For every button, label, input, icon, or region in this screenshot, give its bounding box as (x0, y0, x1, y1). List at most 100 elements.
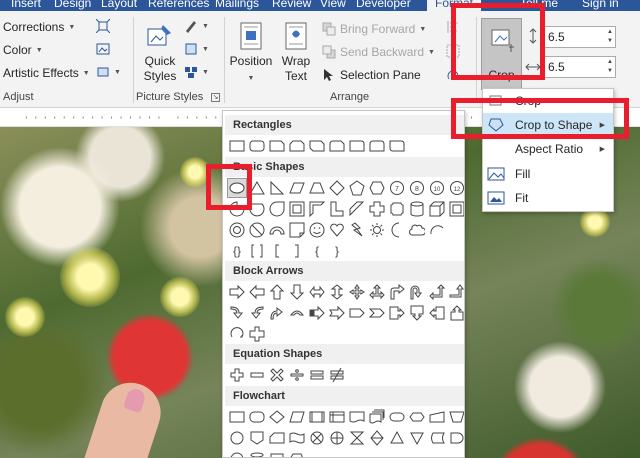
shape-flowchart-terminator[interactable] (387, 407, 407, 427)
shape-quad-arrow[interactable] (347, 282, 367, 302)
shape-striped-right-arrow[interactable] (307, 303, 327, 323)
shape-bent-arrow[interactable] (387, 282, 407, 302)
shape-flowchart-display[interactable] (287, 449, 307, 457)
shape-round-corner[interactable] (347, 136, 367, 156)
tab-insert[interactable]: Insert (11, 0, 41, 10)
shape-parallelogram[interactable] (287, 178, 307, 198)
shape-flowchart-sequential-access[interactable] (227, 449, 247, 457)
quick-styles-button[interactable]: Quick Styles (138, 21, 182, 84)
shape-up-down-arrow[interactable] (327, 282, 347, 302)
menu-item-aspect-ratio[interactable]: Aspect Ratio ▶ (483, 137, 613, 161)
shape-smiley-face[interactable] (307, 220, 327, 240)
shape-up-arrow-callout[interactable] (447, 303, 464, 323)
shape-round-same-side[interactable] (367, 136, 387, 156)
shape-double-brace[interactable]: {} (227, 241, 247, 261)
shape-flowchart-direct-access[interactable] (267, 449, 287, 457)
shape-snip-corner[interactable] (267, 136, 287, 156)
shape-flowchart-magnetic-disk[interactable] (247, 449, 267, 457)
shape-block-arc[interactable] (267, 220, 287, 240)
shape-donut[interactable] (227, 220, 247, 240)
change-picture-button[interactable] (96, 42, 110, 56)
shape-width-input[interactable]: 6.5 ▲ ▼ (543, 56, 616, 78)
shape-flowchart-multidocument[interactable] (367, 407, 387, 427)
shape-flowchart-sort[interactable] (367, 428, 387, 448)
shape-cross[interactable] (367, 199, 387, 219)
shape-equal[interactable] (307, 365, 327, 385)
wrap-text-button[interactable]: Wrap Text (278, 21, 314, 84)
compress-pictures-button[interactable] (96, 19, 110, 33)
menu-item-fit[interactable]: Fit (483, 186, 613, 210)
shape-dodecagon[interactable]: 12 (447, 178, 464, 198)
shape-snip-diagonal[interactable] (307, 136, 327, 156)
shape-arc[interactable] (427, 220, 447, 240)
shape-up-arrow[interactable] (267, 282, 287, 302)
shape-moon[interactable] (387, 220, 407, 240)
shape-flowchart-delay[interactable] (447, 428, 464, 448)
shape-flowchart-extract[interactable] (387, 428, 407, 448)
shape-flowchart-summing-junction[interactable] (307, 428, 327, 448)
shape-division[interactable] (287, 365, 307, 385)
shape-cloud[interactable] (407, 220, 427, 240)
tab-sign-in[interactable]: Sign in (582, 0, 619, 10)
shape-octagon[interactable]: 8 (407, 178, 427, 198)
picture-effects-button[interactable]: ▼ (184, 42, 209, 56)
shape-snip-same-side[interactable] (287, 136, 307, 156)
shape-half-frame[interactable] (307, 199, 327, 219)
shape-flowchart-punched-tape[interactable] (287, 428, 307, 448)
shape-curved-down-arrow[interactable] (287, 303, 307, 323)
send-backward-button[interactable]: Send Backward ▼ (322, 45, 435, 59)
shape-flowchart-data[interactable] (287, 407, 307, 427)
shape-left-arrow-callout[interactable] (427, 303, 447, 323)
picture-layout-button[interactable]: ▼ (184, 65, 209, 79)
shape-round-diagonal[interactable] (387, 136, 407, 156)
shape-flowchart-manual-operation[interactable] (447, 407, 464, 427)
shape-hexagon[interactable] (367, 178, 387, 198)
shape-flowchart-internal-storage[interactable] (327, 407, 347, 427)
shape-flowchart-decision[interactable] (267, 407, 287, 427)
shape-flowchart-connector[interactable] (227, 428, 247, 448)
tab-design[interactable]: Design (54, 0, 91, 10)
shape-teardrop[interactable] (267, 199, 287, 219)
shape-no-symbol[interactable] (247, 220, 267, 240)
shape-diamond[interactable] (327, 178, 347, 198)
shape-right-triangle[interactable] (267, 178, 287, 198)
bring-forward-button[interactable]: Bring Forward ▼ (322, 22, 426, 36)
shape-snip-round[interactable] (327, 136, 347, 156)
shape-bevel[interactable] (447, 199, 464, 219)
shape-heart[interactable] (327, 220, 347, 240)
shape-down-arrow-callout[interactable] (407, 303, 427, 323)
shape-plus[interactable] (227, 365, 247, 385)
shape-heptagon[interactable]: 7 (387, 178, 407, 198)
shape-rounded-rectangle[interactable] (247, 136, 267, 156)
shape-right-arrow-callout[interactable] (387, 303, 407, 323)
spinner-arrows-icon[interactable]: ▲ ▼ (607, 28, 613, 46)
artistic-effects-button[interactable]: Artistic Effects ▼ (3, 66, 90, 80)
corrections-button[interactable]: Corrections ▼ (3, 20, 75, 34)
shape-bent-up-arrow[interactable] (447, 282, 464, 302)
shape-decagon[interactable]: 10 (427, 178, 447, 198)
picture-border-button[interactable]: ▼ (184, 19, 209, 33)
shape-rectangle[interactable] (227, 136, 247, 156)
shape-multiply[interactable] (267, 365, 287, 385)
shape-pentagon[interactable] (347, 178, 367, 198)
shape-notched-right-arrow[interactable] (327, 303, 347, 323)
picture-styles-launcher-icon[interactable]: ↘ (211, 93, 220, 102)
shape-curved-left-arrow[interactable] (247, 303, 267, 323)
tab-references[interactable]: References (148, 0, 209, 10)
shape-flowchart-collate[interactable] (347, 428, 367, 448)
shape-u-turn-arrow[interactable] (407, 282, 427, 302)
shape-flowchart-document[interactable] (347, 407, 367, 427)
shape-flowchart-manual-input[interactable] (427, 407, 447, 427)
shape-left-right-arrow[interactable] (307, 282, 327, 302)
shape-curved-up-arrow[interactable] (267, 303, 287, 323)
shape-left-brace[interactable]: { (307, 241, 327, 261)
tab-mailings[interactable]: Mailings (215, 0, 259, 10)
shape-l-shape[interactable] (327, 199, 347, 219)
shape-lightning-bolt[interactable] (347, 220, 367, 240)
shape-cube[interactable] (427, 199, 447, 219)
shape-right-bracket[interactable] (287, 241, 307, 261)
spinner-arrows-icon[interactable]: ▲ ▼ (607, 58, 613, 76)
shape-left-up-arrow[interactable] (427, 282, 447, 302)
shape-flowchart-alternate-process[interactable] (247, 407, 267, 427)
shape-flowchart-or[interactable] (327, 428, 347, 448)
